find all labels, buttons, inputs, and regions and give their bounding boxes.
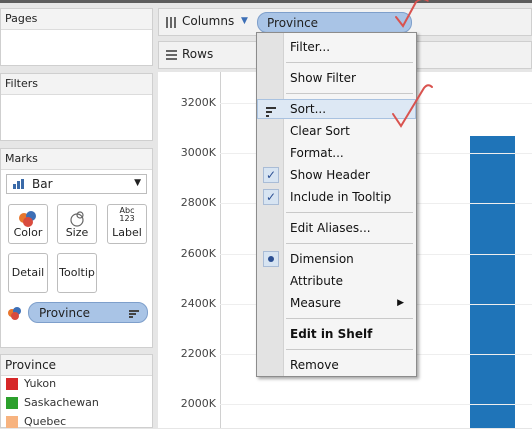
y-tick-label: 2200K [180, 347, 216, 360]
columns-pill-label: Province [267, 16, 319, 30]
legend-item[interactable]: Yukon [6, 377, 56, 391]
chart-bar[interactable] [470, 135, 515, 428]
menu-item-label: Show Header [290, 168, 370, 182]
columns-label: Columns [182, 14, 235, 28]
submenu-arrow-icon: ▶ [397, 298, 404, 308]
sort-icon [266, 104, 277, 122]
legend-swatch [6, 416, 18, 428]
filters-card: Filters [0, 73, 153, 141]
y-axis-line [220, 72, 221, 428]
menu-item-label: Measure [290, 296, 341, 310]
check-icon: ✓ [263, 189, 279, 205]
color-label: Color [13, 226, 43, 239]
y-tick-label: 2000K [180, 397, 216, 411]
menu-separator [286, 212, 413, 213]
menu-item-label: Sort... [290, 102, 327, 116]
y-tick-label: 3200K [180, 96, 216, 109]
marks-card: Marks Bar ▼ Color Size Abc 123 Label Det… [0, 148, 153, 348]
bar-chart-icon [13, 179, 25, 189]
menu-item-filter[interactable]: Filter... [257, 37, 416, 57]
menu-separator [286, 62, 413, 63]
menu-item-label: Include in Tooltip [290, 190, 392, 204]
rows-label: Rows [182, 47, 214, 61]
y-tick-label: 2800K [180, 196, 216, 210]
check-icon: ✓ [263, 167, 279, 183]
annotation-checkmark-icon [395, 0, 429, 28]
tooltip-label: Tooltip [59, 266, 95, 279]
legend-title: Province [1, 355, 152, 376]
gridline [220, 404, 532, 406]
mark-type-label: Bar [32, 177, 53, 191]
menu-separator [286, 318, 413, 319]
marks-title: Marks [1, 149, 152, 170]
legend-item[interactable]: Saskachewan [6, 396, 99, 410]
legend-label: Yukon [24, 377, 57, 390]
menu-separator [286, 349, 413, 350]
color-encoding-icon [7, 305, 23, 324]
mark-type-dropdown[interactable]: Bar ▼ [6, 174, 147, 194]
menu-item-attribute[interactable]: Attribute [257, 271, 416, 291]
menu-item-show-header[interactable]: ✓ Show Header [257, 165, 416, 185]
label-button[interactable]: Abc 123 Label [107, 204, 147, 244]
tooltip-button[interactable]: Tooltip [57, 253, 97, 293]
label-icon: Abc 123 [119, 206, 135, 223]
radio-selected-icon [263, 251, 279, 267]
detail-label: Detail [11, 266, 45, 279]
y-tick-label: 2600K [180, 246, 216, 260]
columns-province-pill[interactable]: Province [257, 12, 412, 33]
top-border [0, 0, 532, 3]
filters-title: Filters [1, 74, 152, 95]
legend-label: Saskachewan [24, 396, 99, 409]
marks-province-pill[interactable]: Province [28, 302, 148, 323]
chevron-down-icon: ▼ [134, 178, 141, 188]
menu-separator [286, 243, 413, 244]
legend-swatch [6, 378, 18, 390]
sort-icon [129, 308, 139, 322]
label-label: Label [112, 226, 142, 239]
menu-item-dimension[interactable]: Dimension [257, 249, 416, 269]
rows-icon [166, 50, 177, 64]
dropdown-arrow-icon: ▼ [241, 16, 248, 26]
size-label: Size [65, 226, 89, 239]
annotation-checkmark-icon [392, 84, 433, 128]
menu-item-format[interactable]: Format... [257, 143, 416, 163]
y-tick-label: 3000K [180, 146, 216, 160]
legend-item[interactable]: Quebec [6, 415, 66, 429]
color-button[interactable]: Color [8, 204, 48, 244]
pages-title: Pages [1, 9, 152, 30]
menu-item-measure[interactable]: Measure ▶ [257, 293, 416, 313]
menu-item-edit-aliases[interactable]: Edit Aliases... [257, 218, 416, 238]
marks-pill-label: Province [39, 306, 91, 320]
legend-swatch [6, 397, 18, 409]
y-tick-label: 2400K [180, 296, 216, 310]
menu-item-include-tooltip[interactable]: ✓ Include in Tooltip [257, 187, 416, 207]
size-button[interactable]: Size [57, 204, 97, 244]
legend-label: Quebec [24, 415, 67, 428]
detail-button[interactable]: Detail [8, 253, 48, 293]
menu-item-label: Dimension [290, 252, 354, 266]
legend-card: Province Yukon Saskachewan Quebec [0, 354, 153, 428]
menu-item-remove[interactable]: Remove [257, 355, 416, 375]
columns-icon [166, 17, 177, 31]
pages-card: Pages [0, 8, 153, 66]
menu-item-edit-in-shelf[interactable]: Edit in Shelf [257, 324, 416, 344]
